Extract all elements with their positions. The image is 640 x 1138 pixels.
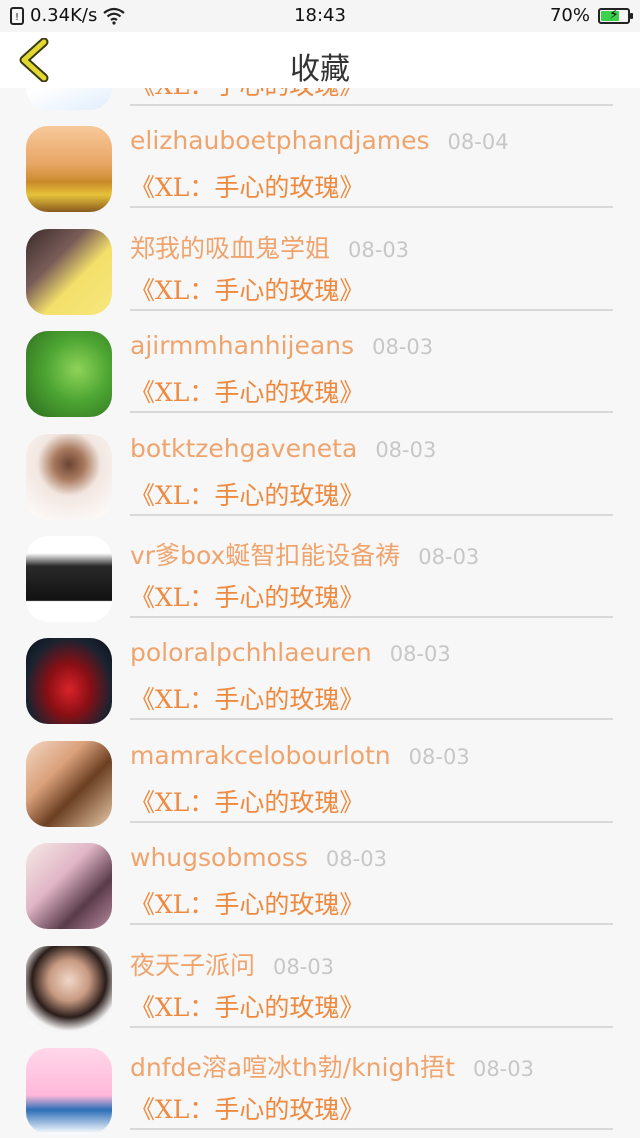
user-name: 夜天子派问 xyxy=(130,950,256,980)
book-title[interactable]: 《XL：手心的玫瑰》 xyxy=(130,373,364,409)
user-name: mamrakcelobourlotn xyxy=(130,740,391,770)
date-label: 08-03 xyxy=(408,744,470,769)
avatar xyxy=(26,331,112,418)
page-title: 收藏 xyxy=(290,52,350,87)
avatar xyxy=(26,1048,112,1134)
avatar xyxy=(26,433,112,520)
book-title[interactable]: 《XL：手心的玫瑰》 xyxy=(130,783,364,819)
battery-icon: ⚡ xyxy=(598,6,633,24)
user-name: whugsobmoss xyxy=(130,843,308,873)
user-name: botktzehgaveneta xyxy=(130,433,358,463)
list-item[interactable]: 夜天子派问 08-03 《XL：手心的玫瑰》 xyxy=(0,926,640,1032)
user-name: 郑我的吸血鬼学姐 xyxy=(130,233,331,263)
battery-percent: 70% xyxy=(549,5,590,26)
avatar xyxy=(26,740,112,827)
book-title[interactable]: 《XL：手心的玫瑰》 xyxy=(130,885,364,921)
user-name: dnfde溶a喧冰th勃/knigh捂t xyxy=(130,1053,455,1082)
list-item[interactable]: mamrakcelobourlotn 08-03 《XL：手心的玫瑰》 xyxy=(0,721,640,827)
list-item[interactable]: botktzehgaveneta 08-03 《XL：手心的玫瑰》 xyxy=(0,414,640,520)
date-label: 08-04 xyxy=(447,130,509,155)
date-label: 08-03 xyxy=(325,847,387,872)
avatar xyxy=(26,536,112,622)
title-bar: 收藏 xyxy=(0,32,640,88)
divider xyxy=(130,1128,613,1130)
list-item[interactable]: elizhauboetphandjames 08-04 《XL：手心的玫瑰》 xyxy=(0,106,640,213)
date-label: 08-03 xyxy=(372,335,434,360)
book-title[interactable]: 《XL：手心的玫瑰》 xyxy=(130,476,364,512)
user-name: elizhauboetphandjames xyxy=(130,126,430,156)
date-label: 08-03 xyxy=(472,1057,534,1081)
clock: 18:43 xyxy=(294,5,346,26)
book-title[interactable]: 《XL：手心的玫瑰》 xyxy=(130,271,364,307)
list-item[interactable]: dnfde溶a喧冰th勃/knigh捂t 08-03 《XL：手心的玫瑰》 xyxy=(0,1028,640,1134)
user-name: vr爹box蜒智扣能设备祷 xyxy=(130,541,401,570)
date-label: 08-03 xyxy=(348,237,410,262)
user-name: poloralpchhlaeuren xyxy=(130,638,372,668)
book-title[interactable]: 《XL：手心的玫瑰》 xyxy=(130,988,364,1024)
avatar xyxy=(26,228,112,315)
list-item[interactable]: poloralpchhlaeuren 08-03 《XL：手心的玫瑰》 xyxy=(0,618,640,725)
book-title[interactable]: 《XL：手心的玫瑰》 xyxy=(130,168,364,204)
date-label: 08-03 xyxy=(375,437,437,462)
charging-icon: ⚡ xyxy=(609,6,619,23)
list-item[interactable]: 郑我的吸血鬼学姐 08-03 《XL：手心的玫瑰》 xyxy=(0,209,640,315)
status-bar: ! 0.34K/s 18:43 70% ⚡ xyxy=(0,0,640,32)
list-item[interactable]: ajirmmhanhijeans 08-03 《XL：手心的玫瑰》 xyxy=(0,311,640,418)
list-item[interactable]: vr爹box蜒智扣能设备祷 08-03 《XL：手心的玫瑰》 xyxy=(0,516,640,622)
user-name: ajirmmhanhijeans xyxy=(130,331,355,361)
book-title[interactable]: 《XL：手心的玫瑰》 xyxy=(130,578,364,614)
date-label: 08-03 xyxy=(418,545,480,569)
date-label: 08-03 xyxy=(273,954,335,979)
avatar xyxy=(26,126,112,213)
avatar xyxy=(26,945,112,1032)
date-label: 08-03 xyxy=(389,642,451,667)
list-item[interactable]: whugsobmoss 08-03 《XL：手心的玫瑰》 xyxy=(0,823,640,930)
book-title[interactable]: 《XL：手心的玫瑰》 xyxy=(130,680,364,716)
avatar xyxy=(26,843,112,930)
book-title[interactable]: 《XL：手心的玫瑰》 xyxy=(130,1090,364,1126)
avatar xyxy=(26,638,112,725)
